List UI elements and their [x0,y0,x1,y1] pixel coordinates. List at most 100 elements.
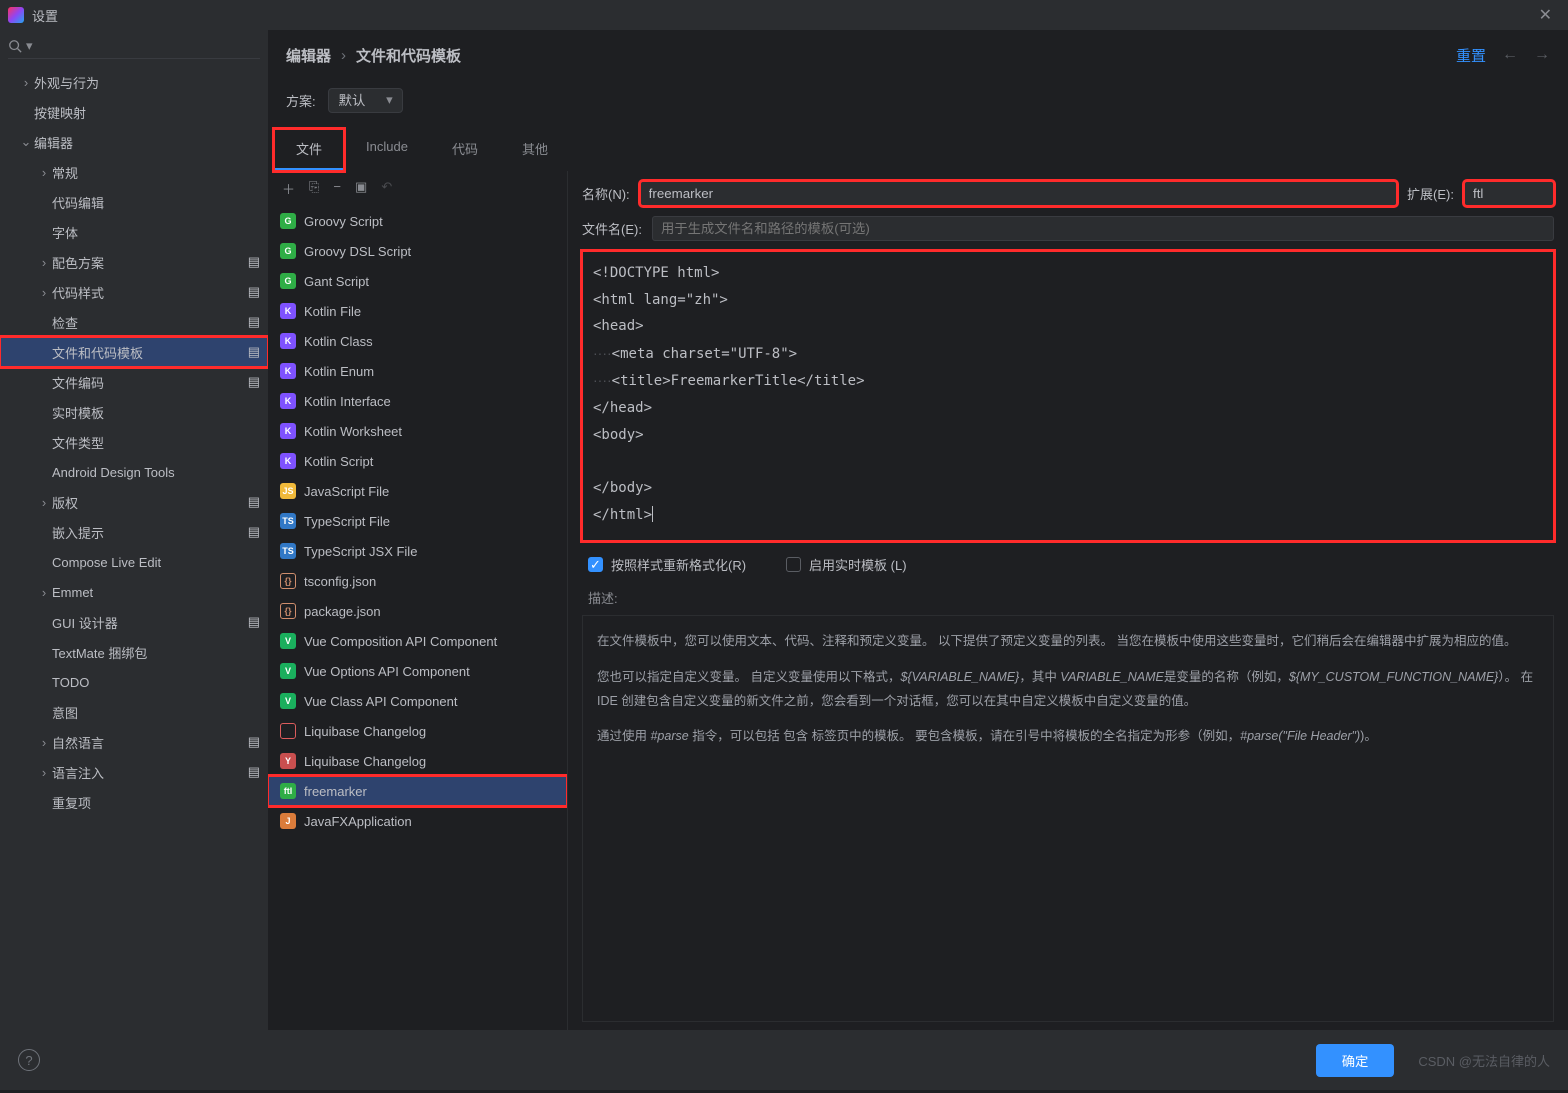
scheme-label: 方案: [286,91,316,110]
template-item[interactable]: GGroovy DSL Script [268,236,567,266]
copy-icon[interactable]: ⎘ [309,179,319,198]
tree-item[interactable]: 文件类型 [0,427,268,457]
template-item[interactable]: {}tsconfig.json [268,566,567,596]
tree-item[interactable]: Android Design Tools [0,457,268,487]
tree-item[interactable]: ›配色方案▤ [0,247,268,277]
tree-item[interactable]: TODO [0,667,268,697]
name-input[interactable] [640,181,1397,206]
ext-input[interactable] [1464,181,1554,206]
nav-forward-icon[interactable]: → [1534,46,1550,64]
template-item[interactable]: KKotlin File [268,296,567,326]
template-items: GGroovy ScriptGGroovy DSL ScriptGGant Sc… [268,206,567,1030]
template-item[interactable]: GGant Script [268,266,567,296]
template-item[interactable]: VVue Options API Component [268,656,567,686]
tree-item[interactable]: ›语言注入▤ [0,757,268,787]
settings-content: 编辑器 › 文件和代码模板 重置 ← → 方案: 默认 文件Include代码其… [268,30,1568,1030]
search-icon [8,39,22,53]
reformat-checkbox[interactable]: ✓按照样式重新格式化(R) [588,555,746,574]
tree-item[interactable]: GUI 设计器▤ [0,607,268,637]
name-label: 名称(N): [582,184,630,203]
tree-item[interactable]: ›代码样式▤ [0,277,268,307]
template-item[interactable]: TSTypeScript File [268,506,567,536]
template-tabs: 文件Include代码其他 [268,129,1568,171]
duplicate-icon[interactable]: ▣ [355,179,367,198]
tree-item[interactable]: ›Emmet [0,577,268,607]
gear-icon: ▤ [248,614,260,630]
titlebar: 设置 ✕ [0,0,1568,30]
tab-文件[interactable]: 文件 [274,129,344,171]
tree-item[interactable]: 字体 [0,217,268,247]
nav-back-icon[interactable]: ← [1502,46,1518,64]
add-icon[interactable]: ＋ [282,179,295,198]
template-list-pane: ＋ ⎘ − ▣ ↶ GGroovy ScriptGGroovy DSL Scri… [268,171,568,1030]
template-item[interactable]: KKotlin Script [268,446,567,476]
template-item[interactable]: TSTypeScript JSX File [268,536,567,566]
template-code-editor[interactable]: <!DOCTYPE html> <html lang="zh"> <head> … [582,251,1554,541]
tree-item[interactable]: 意图 [0,697,268,727]
template-item[interactable]: YLiquibase Changelog [268,746,567,776]
undo-icon[interactable]: ↶ [381,179,392,198]
tree-item[interactable]: 按键映射 [0,97,268,127]
tab-Include[interactable]: Include [344,129,430,171]
tree-item[interactable]: Compose Live Edit [0,547,268,577]
gear-icon: ▤ [248,374,260,390]
breadcrumb: 编辑器 › 文件和代码模板 重置 ← → [268,30,1568,80]
gear-icon: ▤ [248,284,260,300]
gear-icon: ▤ [248,764,260,780]
live-template-checkbox[interactable]: 启用实时模板 (L) [786,555,907,574]
filename-label: 文件名(E): [582,219,642,238]
tab-其他[interactable]: 其他 [500,129,570,171]
ext-label: 扩展(E): [1407,184,1454,203]
settings-sidebar: ▾ ›外观与行为按键映射⌄编辑器›常规代码编辑字体›配色方案▤›代码样式▤检查▤… [0,30,268,1030]
tree-item[interactable]: 重复项 [0,787,268,817]
remove-icon[interactable]: − [333,179,341,198]
gear-icon: ▤ [248,494,260,510]
tree-item[interactable]: ›常规 [0,157,268,187]
tree-item[interactable]: 代码编辑 [0,187,268,217]
search-box[interactable]: ▾ [8,38,260,59]
tree-item[interactable]: ⌄编辑器 [0,127,268,157]
reset-link[interactable]: 重置 [1456,45,1486,66]
template-item[interactable]: {}package.json [268,596,567,626]
tree-item[interactable]: ›版权▤ [0,487,268,517]
template-item[interactable]: ftlfreemarker [268,776,567,806]
template-item[interactable]: KKotlin Class [268,326,567,356]
tree-item[interactable]: TextMate 捆绑包 [0,637,268,667]
scheme-row: 方案: 默认 [268,80,1568,121]
app-icon [8,7,24,23]
template-item[interactable]: KKotlin Interface [268,386,567,416]
gear-icon: ▤ [248,344,260,360]
tree-item[interactable]: 检查▤ [0,307,268,337]
tree-item[interactable]: ›外观与行为 [0,67,268,97]
template-item[interactable]: VVue Class API Component [268,686,567,716]
template-toolbar: ＋ ⎘ − ▣ ↶ [268,171,567,206]
template-editor-pane: 名称(N): 扩展(E): 文件名(E): <!DOCTYPE html> <h… [568,171,1568,1030]
tab-代码[interactable]: 代码 [430,129,500,171]
template-item[interactable]: JSJavaScript File [268,476,567,506]
template-item[interactable]: Liquibase Changelog [268,716,567,746]
template-item[interactable]: GGroovy Script [268,206,567,236]
tree-item[interactable]: 文件编码▤ [0,367,268,397]
window-title: 设置 [32,6,58,25]
tree-item[interactable]: ›自然语言▤ [0,727,268,757]
gear-icon: ▤ [248,254,260,270]
help-icon[interactable]: ? [18,1049,40,1071]
crumb-editor[interactable]: 编辑器 [286,45,331,66]
template-item[interactable]: JJavaFXApplication [268,806,567,836]
close-icon[interactable]: ✕ [1531,1,1560,29]
description-text: 在文件模板中，您可以使用文本、代码、注释和预定义变量。 以下提供了预定义变量的列… [582,615,1554,1022]
template-item[interactable]: KKotlin Worksheet [268,416,567,446]
scheme-select[interactable]: 默认 [328,88,403,113]
filename-input[interactable] [652,216,1554,241]
settings-tree: ›外观与行为按键映射⌄编辑器›常规代码编辑字体›配色方案▤›代码样式▤检查▤文件… [0,67,268,1030]
template-item[interactable]: VVue Composition API Component [268,626,567,656]
tree-item[interactable]: 嵌入提示▤ [0,517,268,547]
description-label: 描述: [568,588,1568,607]
ok-button[interactable]: 确定 [1316,1044,1395,1077]
crumb-templates: 文件和代码模板 [356,45,461,66]
template-item[interactable]: KKotlin Enum [268,356,567,386]
tree-item[interactable]: 实时模板 [0,397,268,427]
tree-item[interactable]: 文件和代码模板▤ [0,337,268,367]
gear-icon: ▤ [248,314,260,330]
dialog-footer: ? 确定 CSDN @无法自律的人 [0,1030,1568,1090]
